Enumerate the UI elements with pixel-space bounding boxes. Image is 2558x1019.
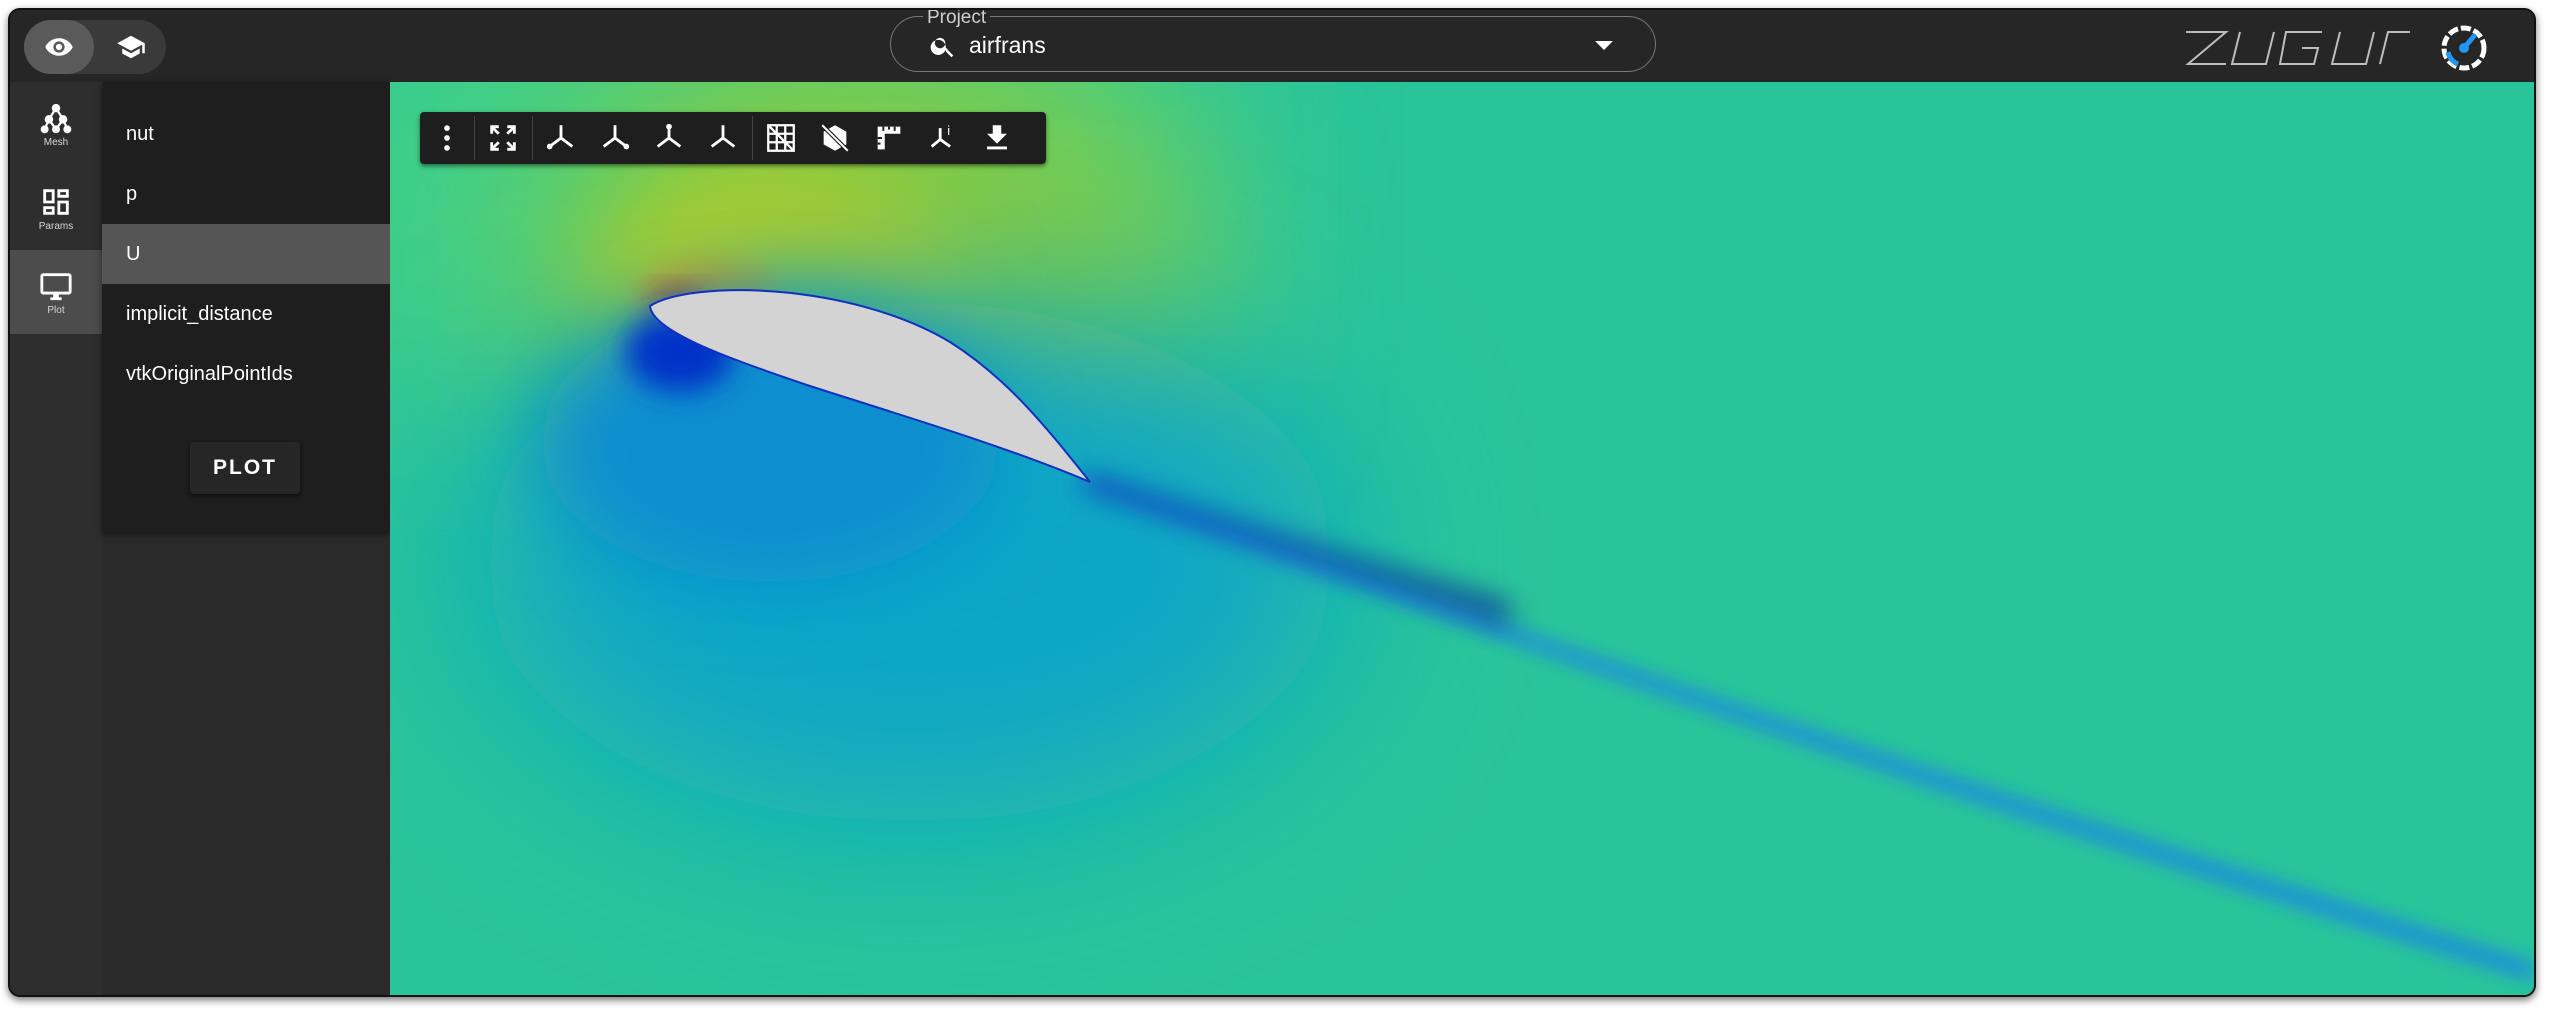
toolbar-divider [474,116,475,160]
toggle-visibility-button[interactable] [808,112,862,164]
dashboard-icon [43,188,69,215]
sidebar-item-label: Plot [47,304,65,316]
field-list-panel: nut p U implicit_distance vtkOriginalPoi… [102,82,390,532]
velocity-field-plot [390,82,2534,995]
hide-icon [820,123,850,153]
sidebar-item-mesh[interactable]: Mesh [10,82,102,166]
toolbar-menu-button[interactable] [420,112,474,164]
sidebar-item-label: Mesh [43,136,69,148]
axes-view-z-icon [656,123,682,148]
field-item-p[interactable]: p [102,164,390,224]
view-toolbar: i [420,112,1046,164]
view-z-button[interactable] [642,112,696,164]
axes-info-button[interactable]: i [916,112,970,164]
augur-logo [2185,31,2410,65]
toggle-grid-button[interactable] [754,112,808,164]
axes-view-x-icon [546,125,574,150]
field-item-u[interactable]: U [102,224,390,284]
project-label: Project [923,10,991,28]
gauge-icon[interactable] [2438,22,2490,74]
measure-button[interactable] [862,112,916,164]
train-mode-button[interactable] [96,20,166,74]
axes-info-icon: i [930,123,951,148]
graduation-cap-icon [117,35,145,59]
download-button[interactable] [970,112,1024,164]
field-item-implicit-distance[interactable]: implicit_distance [102,284,390,344]
toolbar-divider [752,116,753,160]
toolbar-divider [532,116,533,160]
project-value: airfrans [969,32,1046,58]
chevron-down-icon[interactable] [1595,41,1613,50]
field-item-nut[interactable]: nut [102,104,390,164]
icon-sidebar: Mesh Params Plot [10,82,103,995]
ruler-icon [877,126,901,150]
sidebar-item-label: Params [38,220,74,232]
monitor-icon [40,272,72,300]
search-icon [930,37,954,58]
axes-view-y-icon [602,125,630,150]
top-bar: Project airfrans [10,10,2534,82]
more-vert-icon [444,125,450,151]
view-mode-button[interactable] [24,20,94,74]
sidebar-item-params[interactable]: Params [10,166,102,250]
plot-button[interactable]: PLOT [190,442,300,494]
download-icon [987,125,1007,150]
grid-icon [767,124,795,152]
mesh-icon [40,103,72,133]
eye-icon [45,38,73,56]
view-iso-button[interactable] [696,112,750,164]
axes-view-iso-icon [710,125,736,148]
app-window: Project airfrans Mesh Params Plot nut p … [8,8,2536,997]
sidebar-item-plot[interactable]: Plot [10,250,102,334]
field-item-vtk-original-point-ids[interactable]: vtkOriginalPointIds [102,344,390,404]
view-y-button[interactable] [588,112,642,164]
render-viewport[interactable]: i [390,82,2534,995]
svg-text:i: i [947,123,950,138]
view-x-button[interactable] [534,112,588,164]
fit-view-icon [490,125,516,151]
fit-view-button[interactable] [476,112,530,164]
mode-toggle [24,20,166,74]
project-select[interactable]: Project airfrans [890,10,1656,72]
